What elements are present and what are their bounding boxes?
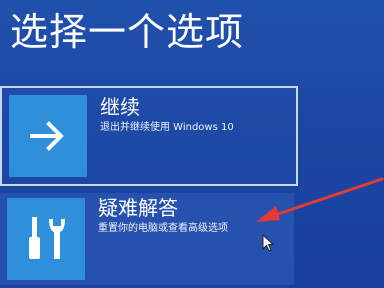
- mouse-cursor-icon: [262, 234, 274, 252]
- option-troubleshoot-description: 重置你的电脑或查看高级选项: [98, 223, 228, 234]
- option-troubleshoot-title: 疑难解答: [98, 196, 178, 220]
- option-continue[interactable]: 继续 退出并继续使用 Windows 10: [0, 86, 298, 186]
- troubleshoot-tile: [7, 198, 85, 280]
- page-title: 选择一个选项: [10, 10, 245, 54]
- arrow-right-icon: [30, 121, 64, 151]
- tools-icon: [29, 217, 65, 259]
- red-arrow-annotation: [256, 177, 384, 222]
- option-continue-description: 退出并继续使用 Windows 10: [100, 122, 234, 133]
- option-continue-title: 继续: [100, 95, 140, 119]
- continue-tile: [9, 95, 87, 177]
